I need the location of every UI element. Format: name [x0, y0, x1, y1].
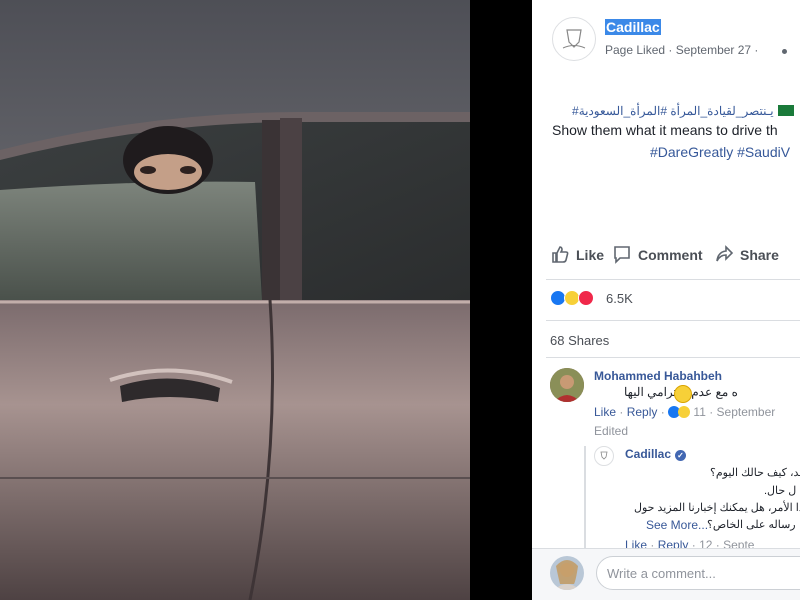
thumbs-up-icon	[552, 246, 569, 263]
haha-reaction-icon	[678, 406, 691, 418]
separator-dot: ·	[660, 405, 665, 419]
current-user-avatar[interactable]	[550, 556, 584, 590]
comment-bubble-icon	[614, 246, 630, 264]
divider	[546, 279, 800, 280]
comment-reply-link[interactable]: Reply	[627, 405, 658, 419]
post-meta: Page Liked · September 27 ·	[605, 43, 759, 57]
comment-like-link[interactable]: Like	[594, 405, 616, 419]
see-more-link[interactable]: See More...	[646, 518, 708, 532]
separator-dot: ·	[619, 405, 624, 419]
globe-icon	[782, 49, 787, 54]
cadillac-reply-avatar[interactable]	[594, 446, 614, 466]
reply-text-line: مد، كيف حالك اليوم؟	[710, 467, 800, 479]
cadillac-avatar[interactable]	[552, 17, 596, 61]
hashtag-line-arabic[interactable]: #يـنتصر_لقيادة_المرأة #المرأة_السعودية	[572, 104, 794, 118]
post-panel: Cadillac Page Liked · September 27 · #يـ…	[532, 0, 800, 600]
share-button[interactable]: Share	[714, 244, 779, 264]
lightbox-gap	[470, 0, 532, 600]
post-hashtags[interactable]: #DareGreatly #SaudiV	[650, 144, 790, 160]
post-photo[interactable]	[0, 0, 532, 600]
divider	[546, 357, 800, 358]
divider	[546, 320, 800, 321]
post-text: Show them what it means to drive th	[552, 122, 778, 138]
page-name-link[interactable]: Cadillac	[605, 19, 661, 35]
comment-button[interactable]: Comment	[612, 244, 703, 264]
love-reaction-icon	[578, 290, 594, 306]
commenter-avatar[interactable]	[550, 368, 584, 402]
comment-time: 11 · September	[693, 405, 776, 419]
comment-actions: Like · Reply · 11 · September	[594, 405, 775, 419]
share-arrow-icon	[716, 245, 734, 262]
person-avatar-icon	[550, 556, 584, 590]
cadillac-crest-icon	[600, 451, 608, 460]
comment-input-placeholder: Write a comment...	[607, 566, 716, 581]
car-illustration	[0, 0, 470, 600]
reaction-count[interactable]: 6.5K	[606, 291, 633, 306]
like-button[interactable]: Like	[550, 244, 604, 264]
person-avatar-icon	[550, 368, 584, 402]
reply-author[interactable]: Cadillac ✓	[625, 447, 687, 461]
reply-thread-line	[584, 446, 586, 556]
verified-badge-icon: ✓	[675, 450, 687, 461]
reply-text-line: رساله على الخاص؟	[707, 519, 796, 531]
reply-text-line: ذا الأمر، هل يمكنك إخبارنا المزيد حول	[634, 502, 800, 514]
shares-count[interactable]: 68 Shares	[550, 333, 609, 348]
unamused-emoji-icon	[674, 385, 692, 403]
comment-author[interactable]: Mohammed Habahbeh	[594, 369, 722, 383]
cadillac-crest-icon	[562, 29, 586, 49]
edited-label: Edited	[594, 424, 629, 438]
comment-input[interactable]: Write a comment...	[596, 556, 800, 590]
saudi-flag-icon	[777, 105, 794, 116]
reply-text-line: ل حال.	[764, 485, 797, 497]
